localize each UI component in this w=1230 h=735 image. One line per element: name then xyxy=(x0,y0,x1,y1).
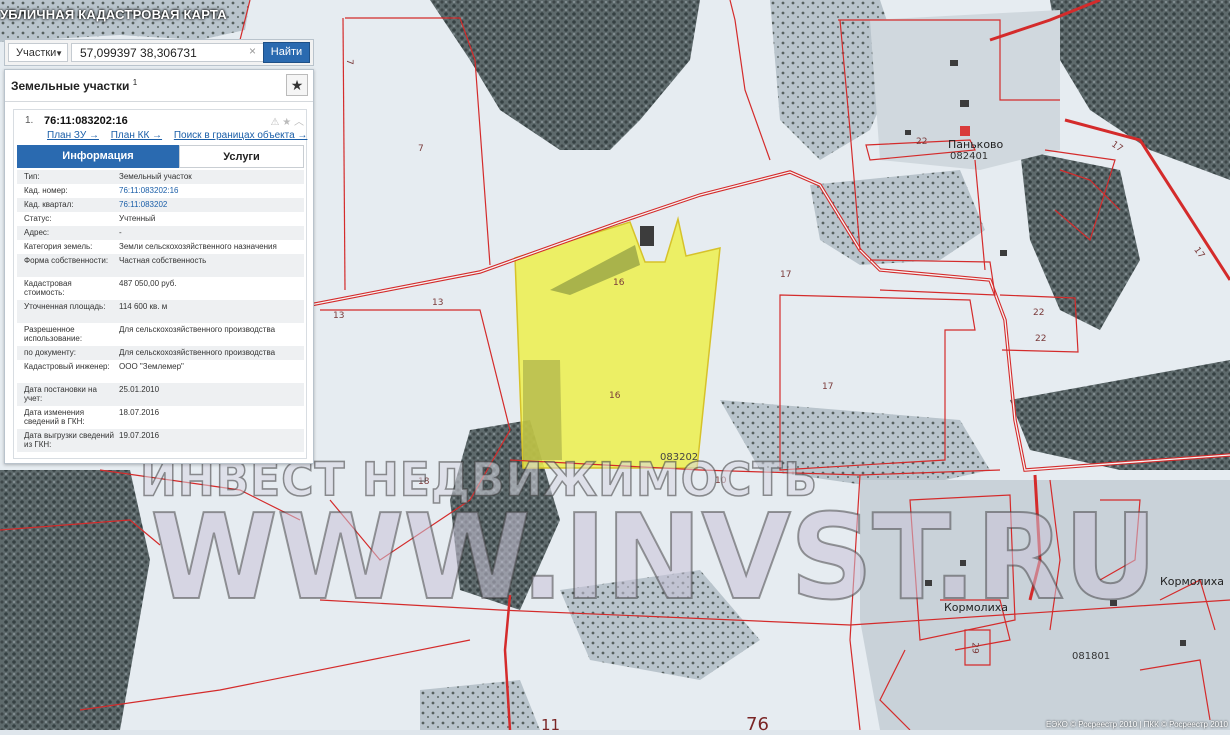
parcel-label: 7 xyxy=(343,59,354,65)
divider xyxy=(5,101,313,102)
attribute-row: по документу: Для сельскохозяйственного п… xyxy=(17,346,304,360)
find-button[interactable]: Найти xyxy=(263,42,310,63)
attribute-row: Кадастровая стоимость: 487 050,00 руб. xyxy=(17,277,304,300)
result-count: 1 xyxy=(132,78,138,87)
tab-information[interactable]: Информация xyxy=(17,145,179,168)
search-bar: Участки ▼ × Найти xyxy=(4,39,314,66)
attribute-row: Дата выгрузки сведений из ГКН: 19.07.2016 xyxy=(17,429,304,452)
card-tools-icons[interactable]: ⚠ ★ ︿ xyxy=(271,113,305,128)
attribute-key: Категория земель: xyxy=(24,242,93,251)
attribute-value: 19.07.2016 xyxy=(119,431,160,440)
parcel-links: План ЗУ → План КК → Поиск в границах объ… xyxy=(47,130,316,141)
parcel-label: 16 xyxy=(613,278,625,288)
parcel-label: 13 xyxy=(333,311,345,321)
parcel-label: 22 xyxy=(916,137,928,147)
attribute-table: Тип: Земельный участок Кад. номер: 76:11:08… xyxy=(17,170,304,452)
parcel-label: 16 xyxy=(609,391,621,401)
attribute-row: Форма собственности: Частная собственност… xyxy=(17,254,304,277)
panel-title: Земельные участки 1 xyxy=(11,78,137,93)
attribute-key: Статус: xyxy=(24,214,52,223)
village-label-pankovo: Паньково xyxy=(948,138,1004,151)
attribute-row: Кад. номер: 76:11:083202:16 xyxy=(17,184,304,198)
panel-title-text: Земельные участки xyxy=(11,79,130,93)
village-label-kormolikha: Кормолиха xyxy=(1160,575,1224,588)
info-panel: Земельные участки 1 ★ 1. 76:11:083202:16… xyxy=(4,69,314,464)
parcel-label: 22 xyxy=(1035,334,1047,344)
parcel-cad-number[interactable]: 76:11:083202:16 xyxy=(44,115,128,127)
attribute-key: Адрес: xyxy=(24,228,50,237)
parcel-card: 1. 76:11:083202:16 ⚠ ★ ︿ План ЗУ → План … xyxy=(13,109,307,459)
attribute-value[interactable]: 76:11:083202:16 xyxy=(119,186,304,195)
attribute-key: по документу: xyxy=(24,348,76,357)
attribute-key: Разрешенное использование: xyxy=(24,325,83,343)
watermark-url: WWW.INVST.RU xyxy=(149,487,1158,627)
clear-icon[interactable]: × xyxy=(249,44,256,58)
attribute-row: Дата постановки на учет: 25.01.2010 xyxy=(17,383,304,406)
parcel-texture xyxy=(523,360,562,460)
attribute-row: Разрешенное использование: Для сельскохоз… xyxy=(17,323,304,346)
attribute-value: 114 600 кв. м xyxy=(119,302,168,311)
parcel-label: 7 xyxy=(418,144,424,154)
attribute-row: Адрес: - xyxy=(17,226,304,240)
attribute-value: Частная собственность xyxy=(119,256,207,265)
link-plan-zu[interactable]: План ЗУ → xyxy=(47,130,99,141)
attribute-value: Для сельскохозяйственного производства xyxy=(119,325,276,334)
attribute-value: 487 050,00 руб. xyxy=(119,279,177,288)
attribute-key: Кадастровый инженер: xyxy=(24,362,110,371)
attribute-value: 18.07.2016 xyxy=(119,408,160,417)
attribute-row: Тип: Земельный участок xyxy=(17,170,304,184)
panel-tabs: Информация Услуги xyxy=(17,145,304,168)
attribute-value: Земельный участок xyxy=(119,172,192,181)
attribute-value: ООО "Землемер" xyxy=(119,362,184,371)
favorite-star-button[interactable]: ★ xyxy=(286,74,308,96)
attribute-key: Дата изменения сведений в ГКН: xyxy=(24,408,85,426)
link-plan-kk[interactable]: План КК → xyxy=(111,130,162,141)
attribute-key: Тип: xyxy=(24,172,40,181)
layer-select-label: Участки xyxy=(16,47,57,59)
attribute-row: Статус: Учтенный xyxy=(17,212,304,226)
attribute-row: Дата изменения сведений в ГКН: 18.07.2016 xyxy=(17,406,304,429)
attribute-key: Кад. номер: xyxy=(24,186,68,195)
link-search-in-bounds[interactable]: Поиск в границах объекта → xyxy=(174,130,308,141)
attribute-value: 25.01.2010 xyxy=(119,385,160,394)
attribute-value: - xyxy=(119,228,122,237)
chevron-down-icon: ▼ xyxy=(55,49,63,58)
attribute-row: Уточненная площадь: 114 600 кв. м xyxy=(17,300,304,323)
attribute-key: Уточненная площадь: xyxy=(24,302,106,311)
attribute-value[interactable]: 76:11:083202 xyxy=(119,200,304,209)
attribute-key: Кад. квартал: xyxy=(24,200,74,209)
attribute-value: Учтенный xyxy=(119,214,156,223)
attribute-key: Форма собственности: xyxy=(24,256,109,265)
district-label: 11 xyxy=(541,716,561,734)
quarter-label: 081801 xyxy=(1072,651,1111,662)
attribute-value: Для сельскохозяйственного производства xyxy=(119,348,276,357)
copyright-text: ЕЭКО © Росреестр 2010 | ПКК © Росреестр … xyxy=(1046,720,1228,729)
parcel-label: 22 xyxy=(1033,308,1045,318)
parcel-label: 17 xyxy=(780,270,792,280)
app-title: УБЛИЧНАЯ КАДАСТРОВАЯ КАРТА xyxy=(0,7,227,22)
tab-services[interactable]: Услуги xyxy=(179,145,304,168)
attribute-key: Дата постановки на учет: xyxy=(24,385,97,403)
attribute-row: Кад. квартал: 76:11:083202 xyxy=(17,198,304,212)
attribute-key: Дата выгрузки сведений из ГКН: xyxy=(24,431,114,449)
attribute-row: Кадастровый инженер: ООО "Землемер" xyxy=(17,360,304,383)
region-label: 76 xyxy=(746,714,769,735)
search-input[interactable] xyxy=(71,43,264,62)
parcel-label: 13 xyxy=(432,298,444,308)
parcel-label: 29 xyxy=(969,642,980,654)
quarter-label: 082401 xyxy=(950,151,989,162)
building-red-roof xyxy=(960,126,970,136)
attribute-key: Кадастровая стоимость: xyxy=(24,279,72,297)
attribute-value: Земли сельскохозяйственного назначения xyxy=(119,242,277,251)
layer-select[interactable]: Участки ▼ xyxy=(8,43,68,62)
parcel-label: 17 xyxy=(822,382,834,392)
item-index: 1. xyxy=(25,115,34,126)
attribute-row: Категория земель: Земли сельскохозяйствен… xyxy=(17,240,304,254)
star-icon: ★ xyxy=(290,77,304,93)
